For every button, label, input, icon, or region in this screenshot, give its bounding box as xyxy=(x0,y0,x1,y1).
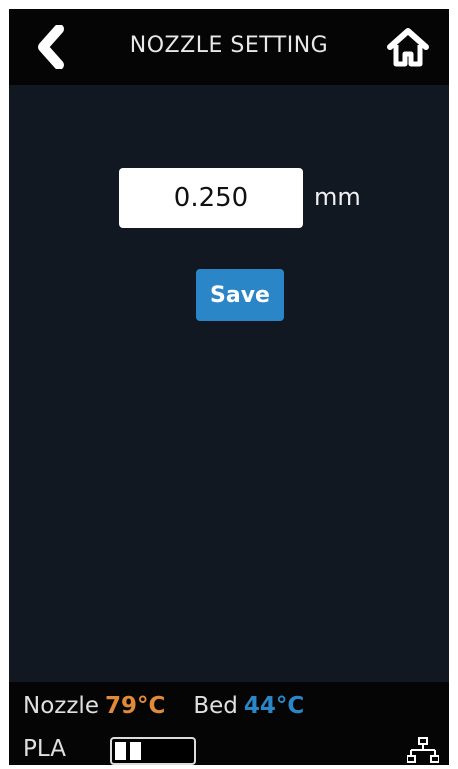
network-icon[interactable] xyxy=(407,737,439,765)
home-button[interactable] xyxy=(383,23,433,71)
bed-temp: 44°C xyxy=(243,693,305,719)
progress-segment xyxy=(115,742,126,760)
nozzle-offset-input[interactable]: 0.250 xyxy=(119,168,303,228)
filament-progress-bar xyxy=(110,737,196,765)
status-bar: Nozzle 79°C Bed 44°C PLA xyxy=(9,682,449,765)
save-button[interactable]: Save xyxy=(196,269,284,321)
bed-label: Bed xyxy=(193,693,238,719)
temperature-row: Nozzle 79°C Bed 44°C xyxy=(23,693,304,719)
nozzle-label: Nozzle xyxy=(23,693,99,719)
header-bar: NOZZLE SETTING xyxy=(9,9,449,85)
filament-progress-fill xyxy=(115,742,141,760)
screen: NOZZLE SETTING 0.250 mm Save Nozzle 79°C B… xyxy=(9,9,449,765)
progress-segment xyxy=(130,742,141,760)
nozzle-temp: 79°C xyxy=(104,693,166,719)
home-icon xyxy=(387,28,429,67)
unit-label: mm xyxy=(314,183,361,211)
filament-label: PLA xyxy=(23,736,66,762)
